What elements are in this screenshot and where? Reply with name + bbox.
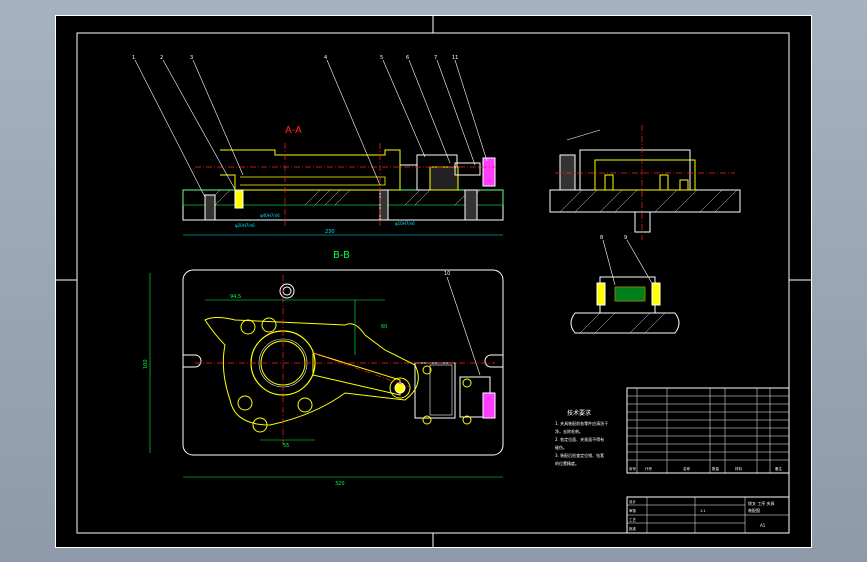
tech-req-title: 技术要求 [567, 409, 591, 417]
drawing-svg: A-A 230 φ40H7/n6 φ20H7/n6 φ10H7/n6 1 2 3… [55, 15, 812, 548]
drawing-canvas[interactable]: A-A 230 φ40H7/n6 φ20H7/n6 φ10H7/n6 1 2 3… [55, 15, 812, 548]
tech-req-line-3: 2. 各定位面、夹紧面不得有 [555, 436, 604, 442]
sheet-border [55, 15, 812, 548]
tech-req-line-4: 碰伤。 [555, 444, 567, 450]
balloon-6: 6 [406, 55, 409, 61]
balloon-5: 5 [380, 55, 383, 61]
col-material: 材料 [735, 466, 743, 471]
col-qty: 数量 [712, 466, 720, 471]
section-aa-view: A-A 230 φ40H7/n6 φ20H7/n6 φ10H7/n6 1 2 3… [132, 55, 504, 236]
tech-req-line-1: 1. 夹具装配前各零件应清洗干 [555, 420, 608, 426]
section-aa-label: A-A [285, 125, 302, 136]
section-bb-view: B-B 100 320 94.5 60 55 10 [143, 250, 504, 487]
balloon-2: 2 [160, 55, 163, 61]
dim-945: 94.5 [230, 294, 241, 300]
dim-fit-3: φ10H7/n6 [395, 221, 415, 226]
tb-approve: 批准 [629, 526, 637, 531]
detail-section-view: 8 9 [570, 235, 680, 334]
tb-process: 工艺 [629, 517, 637, 522]
title-sheet: A1 [760, 523, 766, 528]
dim-fit-1: φ40H7/n6 [260, 213, 280, 218]
title-block: 拨叉 工序 夹具 装配图 A1 1:1 设计 审核 工艺 批准 [626, 496, 790, 534]
balloon-3: 3 [190, 55, 193, 61]
dim-60: 60 [381, 324, 387, 330]
title-name-1: 拨叉 工序 夹具 [748, 500, 775, 506]
drawing-frame [76, 32, 790, 534]
title-name-2: 装配图 [748, 507, 760, 513]
dim-55: 55 [283, 443, 289, 449]
col-index: 序号 [629, 466, 637, 471]
dim-bb-height: 100 [143, 359, 149, 369]
balloon-4: 4 [324, 55, 327, 61]
side-view [549, 125, 741, 240]
parts-list: 序号 代号 名称 数量 材料 备注 [626, 387, 790, 474]
dim-bb-width: 320 [335, 481, 345, 487]
balloon-8: 8 [600, 235, 603, 241]
tech-req-line-2: 净，去除毛刺。 [555, 428, 583, 434]
section-bb-label: B-B [333, 250, 350, 261]
balloon-7: 7 [434, 55, 437, 61]
tech-requirements: 技术要求 1. 夹具装配前各零件应清洗干 净，去除毛刺。 2. 各定位面、夹紧面… [555, 409, 608, 466]
col-code: 代号 [645, 466, 653, 471]
balloon-11: 11 [452, 55, 458, 61]
col-remark: 备注 [775, 466, 783, 471]
tech-req-line-5: 3. 装配后检查定位销、钻套 [555, 452, 604, 458]
cad-window: A-A 230 φ40H7/n6 φ20H7/n6 φ10H7/n6 1 2 3… [0, 0, 867, 562]
dim-aa-length: 230 [325, 229, 335, 235]
tb-design: 设计 [629, 499, 637, 504]
balloon-9: 9 [624, 235, 627, 241]
tech-req-line-6: 的位置精度。 [555, 460, 579, 466]
balloon-1: 1 [132, 55, 135, 61]
balloon-10: 10 [444, 271, 450, 277]
col-name: 名称 [683, 466, 691, 471]
dim-fit-2: φ20H7/n6 [235, 223, 255, 228]
title-scale: 1:1 [700, 509, 706, 513]
tb-review: 审核 [629, 508, 637, 513]
